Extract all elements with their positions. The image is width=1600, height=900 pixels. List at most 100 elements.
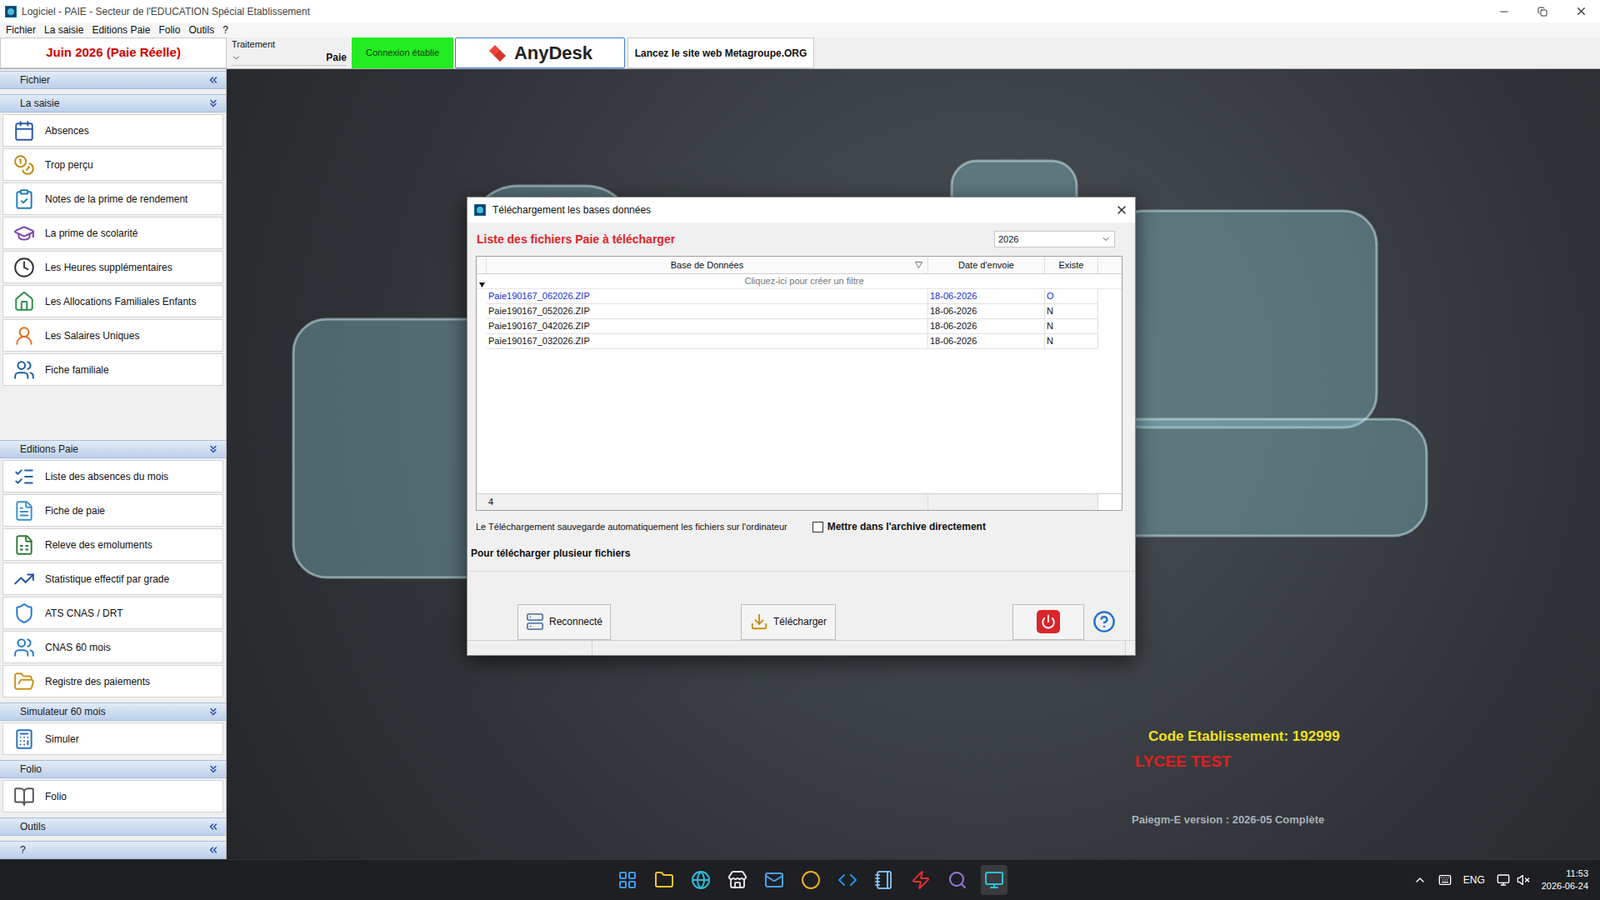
year-select[interactable]: 2026 [994, 230, 1115, 248]
system-tray: ENG 11:532026-06-24 [1413, 867, 1600, 893]
taskbar-app[interactable] [980, 865, 1008, 895]
grid-row[interactable]: Paie190167_032026.ZIP18-06-2026N [476, 334, 1122, 350]
checkbox-box[interactable] [812, 521, 824, 533]
column-header[interactable]: Existe [1045, 256, 1099, 274]
window-title: Logiciel - PAIE - Secteur de l'EDUCATION… [21, 4, 1485, 20]
taskbar-app[interactable] [614, 865, 641, 895]
sidebar-item[interactable]: ATS CNAS / DRT [2, 596, 224, 630]
sidebar-item[interactable]: Les Heures supplémentaires [2, 250, 224, 284]
notepad-icon [874, 870, 895, 890]
sidebar-item[interactable]: Statistique effectif par grade [2, 562, 224, 595]
menu-item[interactable]: Outils [184, 22, 219, 38]
taskbar-app[interactable] [944, 865, 971, 895]
chrome-icon [800, 870, 821, 890]
network-icon[interactable] [1496, 873, 1510, 887]
sidebar-item[interactable]: Fiche de paie [2, 494, 224, 527]
sidebar-item[interactable]: Notes de la prime de rendement [2, 182, 224, 215]
column-header[interactable]: Base de Données [486, 256, 929, 274]
item-icon [11, 532, 37, 558]
sidebar-section-header[interactable]: Simulateur 60 mois [0, 702, 226, 721]
minimize-button[interactable] [1485, 0, 1524, 23]
item-icon [11, 566, 37, 592]
options-row: Le Téléchargement sauvegarde automatique… [475, 519, 1127, 535]
sidebar-item[interactable]: Les Salaires Uniques [2, 319, 224, 352]
sidebar-section-header[interactable]: Outils [0, 817, 226, 836]
sidebar-section-header[interactable]: ? [0, 840, 226, 860]
sidebar-item[interactable]: CNAS 60 mois [2, 630, 224, 664]
sidebar-section: FolioFolio [0, 760, 226, 813]
sidebar-item[interactable]: Absences [2, 114, 224, 147]
sidebar-section: La saisieAbsencesTrop perçuNotes de la p… [0, 94, 226, 435]
collapse-icon [207, 74, 220, 86]
paie-app-icon [984, 870, 1005, 890]
app-icon [5, 5, 17, 18]
clock[interactable]: 11:532026-06-24 [1541, 867, 1589, 893]
menu-item[interactable]: ? [218, 22, 233, 38]
sidebar-item[interactable]: Fiche familiale [2, 353, 224, 386]
minimize-icon [1498, 5, 1510, 18]
close-window-button[interactable] [1561, 0, 1600, 23]
list-heading: Liste des fichiers Paie à télécharger [475, 230, 675, 249]
language-indicator[interactable]: ENG [1463, 872, 1485, 888]
item-icon [11, 323, 37, 349]
sidebar-section: ? [0, 840, 226, 860]
tray-expand-icon[interactable] [1413, 873, 1427, 887]
taskbar-app[interactable] [650, 865, 678, 895]
close-button[interactable] [1012, 604, 1085, 640]
sidebar-item[interactable]: Registre des paiements [2, 665, 224, 698]
taskbar-app[interactable] [687, 865, 715, 895]
item-icon [11, 152, 37, 178]
item-icon [11, 186, 37, 212]
sidebar-item[interactable]: Simuler [2, 722, 224, 755]
grid-row[interactable]: Paie190167_062026.ZIP18-06-2026O [476, 289, 1122, 305]
anydesk-button[interactable]: AnyDesk [455, 37, 625, 69]
window-controls [1485, 0, 1600, 23]
grid-row[interactable]: Paie190167_042026.ZIP18-06-2026N [476, 319, 1122, 335]
archive-checkbox[interactable]: Mettre dans l'archive directement [812, 519, 986, 535]
taskbar-app[interactable] [834, 865, 861, 895]
taskbar-app[interactable] [870, 865, 898, 895]
expand-icon [207, 705, 220, 718]
dialog-title-bar: Téléchargement les bases données [467, 197, 1135, 223]
item-icon [11, 118, 37, 144]
sidebar-item[interactable]: Folio [2, 780, 224, 813]
download-button[interactable]: Télécharger [740, 604, 836, 640]
item-icon [11, 726, 37, 752]
sidebar-item[interactable]: Trop perçu [2, 148, 224, 181]
close-icon[interactable] [1115, 203, 1129, 217]
volume-muted-icon[interactable] [1516, 873, 1530, 887]
keyboard-icon[interactable] [1438, 873, 1452, 887]
establishment-name: LYCEE TEST [1135, 750, 1231, 775]
menu-item[interactable]: Editions Paie [87, 22, 155, 38]
sidebar-item[interactable]: Liste des absences du mois [2, 460, 224, 493]
taskbar-app[interactable] [760, 865, 788, 895]
filter-icon[interactable] [915, 261, 923, 269]
dialog-buttons: Reconnecté Télécharger [475, 603, 1127, 640]
treatment-field: TraitementPaie [226, 37, 352, 69]
filter-row[interactable]: Cliquez-ici pour créer un filtre [476, 274, 1122, 290]
sidebar-item[interactable]: Les Allocations Familiales Enfants [2, 285, 224, 318]
website-button[interactable]: Lancez le site web Metagroupe.ORG [627, 37, 815, 69]
taskbar-app[interactable] [797, 865, 825, 895]
sidebar-section-header[interactable]: Fichier [0, 70, 226, 90]
sidebar-item[interactable]: Releve des emoluments [2, 528, 224, 561]
multi-download-hint: Pour télécharger plusieur fichiers [467, 545, 1135, 572]
menu-item[interactable]: La saisie [40, 22, 88, 38]
grid-rows: Paie190167_062026.ZIP18-06-2026OPaie1901… [476, 289, 1122, 494]
sidebar-section-header[interactable]: La saisie [0, 94, 226, 113]
menu-item[interactable]: Fichier [1, 22, 40, 38]
column-header[interactable]: Date d'envoie [928, 256, 1045, 274]
sidebar-section-header[interactable]: Editions Paie [0, 440, 226, 459]
item-icon [11, 357, 37, 383]
restore-button[interactable] [1523, 0, 1562, 23]
treatment-select[interactable]: Paie [231, 50, 347, 66]
sidebar-item[interactable]: La prime de scolarité [2, 216, 224, 250]
taskbar-app[interactable] [724, 865, 751, 895]
menu-item[interactable]: Folio [154, 22, 185, 38]
sidebar-section-header[interactable]: Folio [0, 760, 226, 779]
taskbar-app[interactable] [907, 865, 935, 895]
code-editor-icon [837, 870, 858, 890]
reconnect-button[interactable]: Reconnecté [517, 604, 611, 640]
grid-row[interactable]: Paie190167_052026.ZIP18-06-2026N [476, 304, 1122, 320]
help-icon[interactable] [1092, 610, 1116, 634]
